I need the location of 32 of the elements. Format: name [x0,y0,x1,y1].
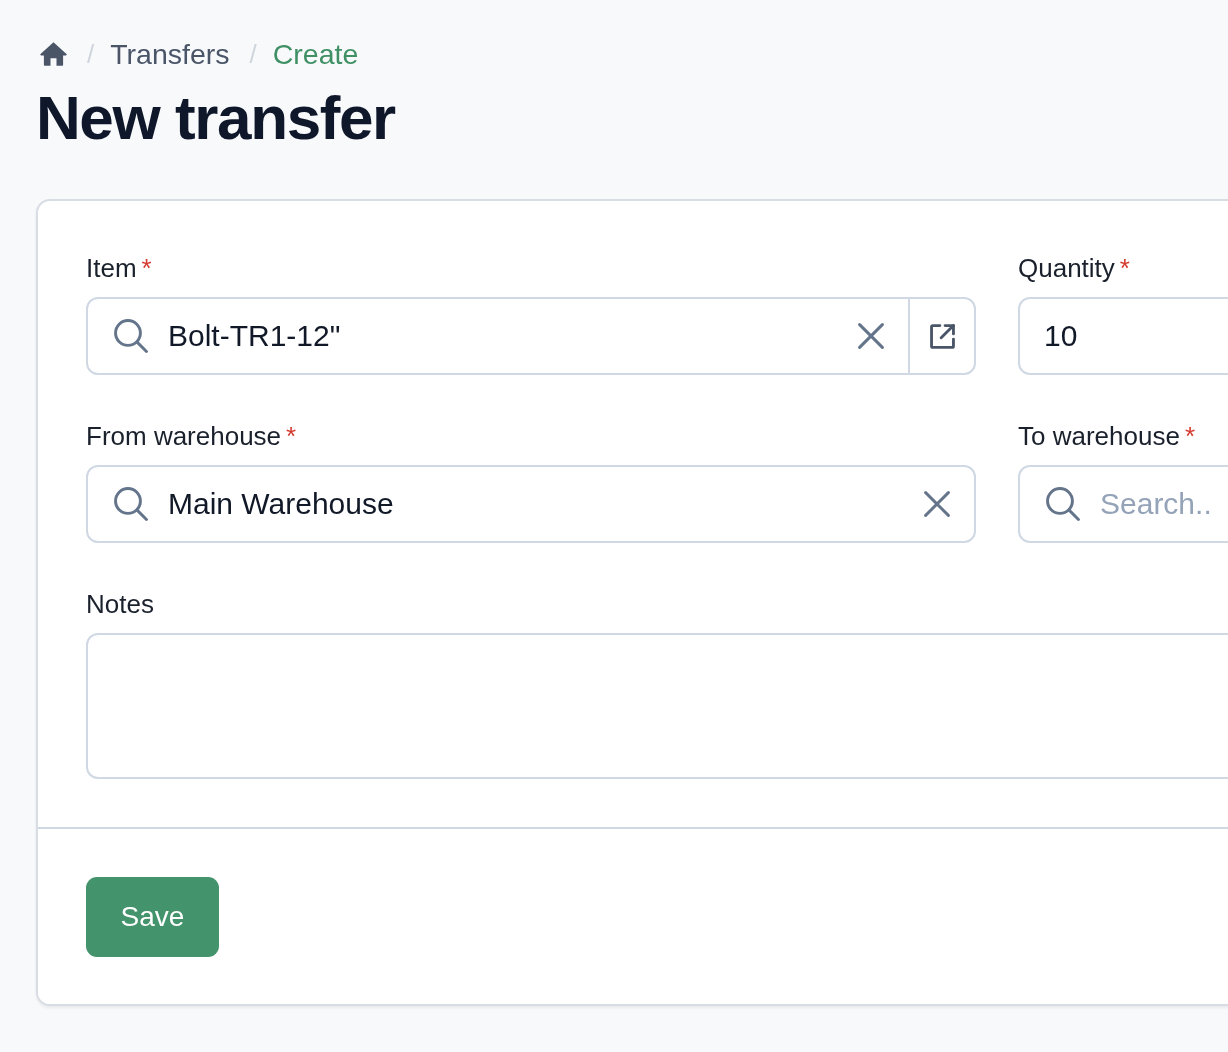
lookup-field[interactable]: Search.. [1018,465,1228,543]
field-label: Item [86,252,137,285]
save-button[interactable]: Save [86,877,219,957]
search-icon [1046,487,1080,521]
search-input[interactable]: Search.. [1100,486,1228,522]
search-input[interactable]: Bolt-TR1-12" [168,318,834,354]
breadcrumb-link[interactable]: Transfers [110,38,230,70]
page-title: New transfer [36,82,397,154]
search-input[interactable]: Main Warehouse [168,486,900,522]
field-label: Notes [86,588,154,621]
close-icon [924,491,950,517]
breadcrumb-current: Create [272,38,359,70]
field-label: From warehouse [86,420,282,453]
close-icon [858,323,884,349]
clear-button[interactable] [858,323,884,349]
breadcrumb-separator: / [87,37,95,71]
external-link-icon [929,323,955,349]
required-asterisk: * [1184,420,1195,453]
number-field[interactable]: 10 [1018,297,1228,375]
field-label: To warehouse [1018,420,1180,453]
required-asterisk: * [1119,252,1130,285]
home-icon[interactable] [40,42,67,66]
search-icon [114,487,148,521]
lookup-field[interactable]: Main Warehouse [86,465,976,543]
field-label: Quantity [1018,252,1115,285]
clear-button[interactable] [924,491,950,517]
required-asterisk: * [286,420,297,453]
required-asterisk: * [141,252,152,285]
notes-field[interactable] [86,633,1228,779]
lookup-field[interactable]: Bolt-TR1-12" [86,297,976,375]
breadcrumb-separator: / [249,37,257,71]
search-icon [114,319,148,353]
